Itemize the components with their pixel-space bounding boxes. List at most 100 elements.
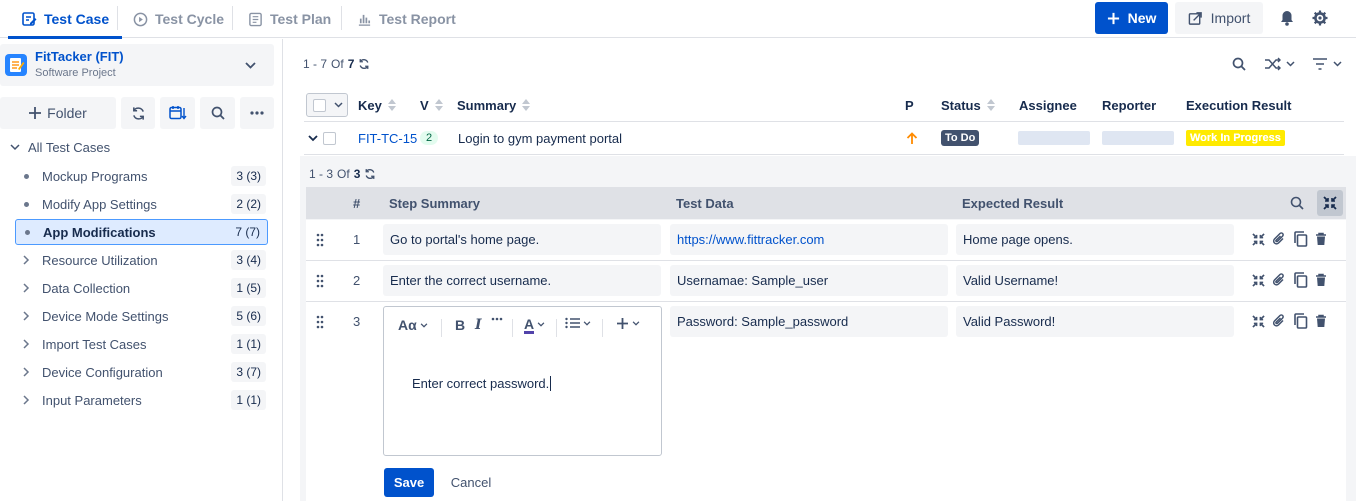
sidebar-folder-item[interactable]: Input Parameters 1 (1) <box>15 387 268 413</box>
test-step-row[interactable]: 2 Enter the correct username. Usernamae: S… <box>306 261 1346 302</box>
tree-root-all-test-cases[interactable]: All Test Cases <box>10 140 110 155</box>
attachment-icon[interactable] <box>1272 272 1286 288</box>
step-summary-cell[interactable]: Enter the correct username. <box>383 265 661 296</box>
refresh-icon[interactable] <box>364 168 376 180</box>
drag-handle-icon[interactable] <box>316 274 324 288</box>
trash-icon[interactable] <box>1315 232 1327 246</box>
drag-handle-icon[interactable] <box>316 233 324 247</box>
column-execution-result[interactable]: Execution Result <box>1186 89 1291 121</box>
expected-result-cell[interactable]: Valid Password! <box>956 306 1234 337</box>
expected-result-cell[interactable]: Valid Username! <box>956 265 1234 296</box>
more-button[interactable] <box>240 97 274 129</box>
column-reporter-label: Reporter <box>1102 97 1157 113</box>
filter-dropdown[interactable] <box>1309 56 1345 72</box>
trash-icon[interactable] <box>1315 314 1327 328</box>
more-formatting-icon[interactable] <box>491 317 503 321</box>
refresh-icon[interactable] <box>358 58 370 70</box>
save-button[interactable]: Save <box>384 468 434 497</box>
copy-icon[interactable] <box>1293 272 1308 288</box>
steps-pager: 1 - 3 Of 3 <box>309 167 376 181</box>
attachment-icon[interactable] <box>1272 313 1286 329</box>
chevron-right-icon[interactable] <box>15 283 37 293</box>
sidebar-folder-item[interactable]: Import Test Cases 1 (1) <box>15 331 268 357</box>
italic-icon[interactable]: I <box>475 317 482 333</box>
tab-test-cycle[interactable]: Test Cycle <box>133 0 224 38</box>
shuffle-view-dropdown[interactable] <box>1261 56 1297 72</box>
text-style-dropdown[interactable]: Aα <box>398 317 428 333</box>
test-data-cell[interactable]: Password: Sample_password <box>670 306 948 337</box>
row-checkbox[interactable] <box>323 122 336 154</box>
test-case-summary[interactable]: Login to gym payment portal <box>458 122 622 154</box>
list-dropdown[interactable] <box>565 317 591 329</box>
chevron-right-icon[interactable] <box>15 395 37 405</box>
column-priority-label: P <box>905 97 914 113</box>
column-version[interactable]: V <box>420 89 443 121</box>
column-assignee[interactable]: Assignee <box>1019 89 1077 121</box>
test-data-link[interactable]: https://www.fittracker.com <box>677 232 824 247</box>
tab-test-case[interactable]: Test Case <box>7 0 123 39</box>
search-icon[interactable] <box>1290 187 1304 219</box>
select-all-dropdown[interactable] <box>306 89 348 121</box>
bell-icon[interactable] <box>1278 9 1296 27</box>
sidebar-folder-item[interactable]: Resource Utilization 3 (4) <box>15 247 268 273</box>
sidebar-folder-item[interactable]: Device Configuration 3 (7) <box>15 359 268 385</box>
drag-handle-icon[interactable] <box>316 315 324 329</box>
expand-icon[interactable] <box>1252 232 1265 246</box>
import-button[interactable]: Import <box>1175 2 1263 34</box>
column-priority[interactable]: P <box>905 89 914 121</box>
editor-text[interactable]: Enter correct password. <box>412 376 552 391</box>
column-key[interactable]: Key <box>358 89 396 121</box>
chevron-right-icon[interactable] <box>15 339 37 349</box>
tab-test-plan[interactable]: Test Plan <box>248 0 331 38</box>
column-summary[interactable]: Summary <box>457 89 531 121</box>
sidebar-folder-item[interactable]: Data Collection 1 (5) <box>15 275 268 301</box>
chevron-right-icon[interactable] <box>15 255 37 265</box>
test-step-row[interactable]: 1 Go to portal's home page. https://www.fi… <box>306 220 1346 261</box>
project-selector[interactable]: FitTacker (FIT) Software Project <box>0 44 274 86</box>
step-summary-cell[interactable]: Go to portal's home page. <box>383 224 661 255</box>
test-data-cell[interactable]: Usernamae: Sample_user <box>670 265 948 296</box>
copy-icon[interactable] <box>1293 231 1308 247</box>
expected-result-cell[interactable]: Home page opens. <box>956 224 1234 255</box>
folder-count-badge: 5 (6) <box>231 306 266 326</box>
bold-icon[interactable]: B <box>455 317 465 333</box>
chevron-right-icon[interactable] <box>15 311 37 321</box>
new-button[interactable]: New <box>1095 2 1168 34</box>
sidebar-folder-item[interactable]: Modify App Settings 2 (2) <box>15 191 268 217</box>
insert-dropdown[interactable] <box>616 317 640 330</box>
add-folder-button[interactable]: Folder <box>0 97 116 129</box>
attachment-icon[interactable] <box>1272 231 1286 247</box>
refresh-button[interactable] <box>121 97 155 129</box>
expand-icon[interactable] <box>1252 314 1265 328</box>
table-row[interactable]: FIT-TC-15 2 Login to gym payment portal … <box>304 121 1344 155</box>
collapse-steps-icon[interactable] <box>1317 190 1343 216</box>
calendar-sort-button[interactable] <box>160 97 195 129</box>
sidebar-folder-item[interactable]: Device Mode Settings 5 (6) <box>15 303 268 329</box>
chevron-right-icon[interactable] <box>15 367 37 377</box>
chevron-down-icon <box>334 102 343 108</box>
search-icon[interactable] <box>1231 56 1247 72</box>
collapse-row-icon[interactable] <box>308 122 318 154</box>
select-all-checkbox[interactable] <box>313 98 326 112</box>
reporter-avatar <box>1102 131 1174 145</box>
gear-icon[interactable] <box>1311 9 1329 27</box>
text-color-dropdown[interactable]: A <box>524 317 545 334</box>
edit-doc-icon <box>21 11 37 27</box>
sidebar-folder-label: Input Parameters <box>42 392 142 408</box>
test-case-key-link[interactable]: FIT-TC-15 <box>358 131 417 146</box>
search-button[interactable] <box>200 97 235 129</box>
expand-icon[interactable] <box>1252 273 1265 287</box>
step-summary-editor[interactable]: Aα B I A Enter correct password. <box>383 306 662 456</box>
cancel-button[interactable]: Cancel <box>440 468 502 497</box>
sidebar-folder-item[interactable]: Mockup Programs 3 (3) <box>15 163 268 189</box>
sidebar-folder-item[interactable]: App Modifications 7 (7) <box>15 219 268 245</box>
sort-icon <box>434 99 443 111</box>
column-status[interactable]: Status <box>941 89 995 121</box>
sort-icon <box>522 99 531 111</box>
column-assignee-label: Assignee <box>1019 97 1077 113</box>
tab-test-report[interactable]: Test Report <box>357 0 456 38</box>
copy-icon[interactable] <box>1293 313 1308 329</box>
column-reporter[interactable]: Reporter <box>1102 89 1156 121</box>
test-data-cell[interactable]: https://www.fittracker.com <box>670 224 948 255</box>
trash-icon[interactable] <box>1315 273 1327 287</box>
